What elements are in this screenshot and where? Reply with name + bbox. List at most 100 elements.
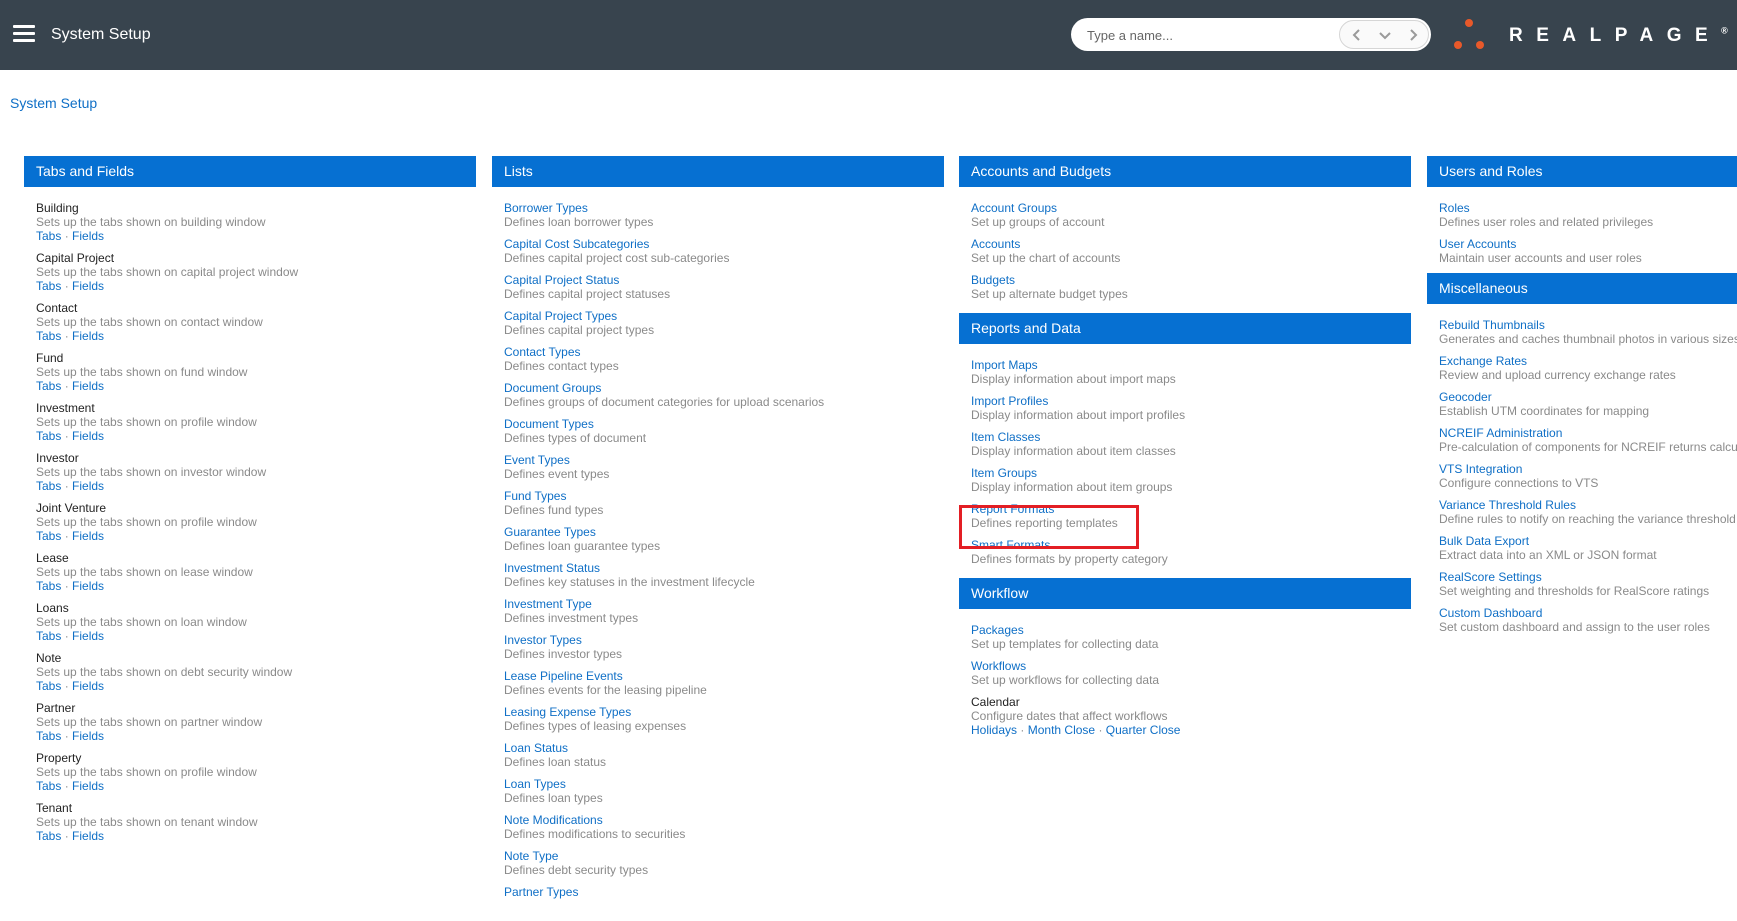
loan-types-link[interactable]: Loan Types [504, 777, 944, 791]
item-links: Tabs · Fields [36, 479, 105, 493]
fields-link[interactable]: Fields [72, 529, 104, 543]
fields-link[interactable]: Fields [72, 429, 104, 443]
tabs-link[interactable]: Tabs [36, 579, 61, 593]
item-description: Generates and caches thumbnail photos in… [1439, 332, 1737, 346]
fields-link[interactable]: Fields [72, 379, 104, 393]
month-close-link[interactable]: Month Close [1028, 723, 1095, 737]
next-arrow-icon[interactable] [1404, 26, 1422, 44]
list-item-item-groups: Item Groups Display information about ite… [959, 466, 1411, 502]
item-links: Tabs · Fields [36, 429, 105, 443]
list-item-document-groups: Document Groups Defines groups of documen… [492, 381, 944, 417]
tabs-link[interactable]: Tabs [36, 429, 61, 443]
packages-link[interactable]: Packages [971, 623, 1411, 637]
tabs-link[interactable]: Tabs [36, 279, 61, 293]
event-types-link[interactable]: Event Types [504, 453, 944, 467]
investment-status-link[interactable]: Investment Status [504, 561, 944, 575]
item-description: Set up templates for collecting data [971, 637, 1159, 651]
vts-integration-link[interactable]: VTS Integration [1439, 462, 1737, 476]
tabs-link[interactable]: Tabs [36, 379, 61, 393]
rebuild-thumbnails-link[interactable]: Rebuild Thumbnails [1439, 318, 1737, 332]
account-groups-link[interactable]: Account Groups [971, 201, 1411, 215]
list-item-investment: Investment Sets up the tabs shown on prof… [24, 401, 476, 451]
list-item-capital-cost-subcategories: Capital Cost Subcategories Defines capita… [492, 237, 944, 273]
list-item-leasing-expense-types: Leasing Expense Types Defines types of le… [492, 705, 944, 741]
fields-link[interactable]: Fields [72, 729, 104, 743]
previous-arrow-icon[interactable] [1348, 26, 1366, 44]
guarantee-types-link[interactable]: Guarantee Types [504, 525, 944, 539]
leasing-expense-types-link[interactable]: Leasing Expense Types [504, 705, 944, 719]
capital-project-status-link[interactable]: Capital Project Status [504, 273, 944, 287]
geocoder-link[interactable]: Geocoder [1439, 390, 1737, 404]
note-modifications-link[interactable]: Note Modifications [504, 813, 944, 827]
quarter-close-link[interactable]: Quarter Close [1106, 723, 1181, 737]
item-classes-link[interactable]: Item Classes [971, 430, 1411, 444]
tabs-link[interactable]: Tabs [36, 729, 61, 743]
tabs-link[interactable]: Tabs [36, 529, 61, 543]
breadcrumb[interactable]: System Setup [10, 95, 97, 111]
fund-types-link[interactable]: Fund Types [504, 489, 944, 503]
user-accounts-link[interactable]: User Accounts [1439, 237, 1737, 251]
capital-project-types-link[interactable]: Capital Project Types [504, 309, 944, 323]
capital-cost-subcategories-link[interactable]: Capital Cost Subcategories [504, 237, 944, 251]
document-groups-link[interactable]: Document Groups [504, 381, 944, 395]
partner-types-link[interactable]: Partner Types [504, 885, 944, 899]
investment-type-link[interactable]: Investment Type [504, 597, 944, 611]
list-item-packages: Packages Set up templates for collecting … [959, 623, 1411, 659]
fields-link[interactable]: Fields [72, 779, 104, 793]
ncreif-administration-link[interactable]: NCREIF Administration [1439, 426, 1737, 440]
fields-link[interactable]: Fields [72, 629, 104, 643]
borrower-types-link[interactable]: Borrower Types [504, 201, 944, 215]
import-maps-link[interactable]: Import Maps [971, 358, 1411, 372]
item-description: Extract data into an XML or JSON format [1439, 548, 1657, 562]
item-links: Tabs · Fields [36, 379, 105, 393]
roles-link[interactable]: Roles [1439, 201, 1737, 215]
realscore-settings-link[interactable]: RealScore Settings [1439, 570, 1737, 584]
contact-types-link[interactable]: Contact Types [504, 345, 944, 359]
item-description: Configure connections to VTS [1439, 476, 1599, 490]
item-links: Tabs · Fields [36, 779, 105, 793]
smart-formats-link[interactable]: Smart Formats [971, 538, 1411, 552]
hamburger-menu-icon[interactable] [13, 25, 35, 43]
budgets-link[interactable]: Budgets [971, 273, 1411, 287]
exchange-rates-link[interactable]: Exchange Rates [1439, 354, 1737, 368]
tabs-link[interactable]: Tabs [36, 679, 61, 693]
accounts-link[interactable]: Accounts [971, 237, 1411, 251]
item-description: Defines loan status [504, 755, 607, 769]
item-links: Tabs · Fields [36, 329, 105, 343]
fields-link[interactable]: Fields [72, 829, 104, 843]
variance-threshold-rules-link[interactable]: Variance Threshold Rules [1439, 498, 1737, 512]
import-profiles-link[interactable]: Import Profiles [971, 394, 1411, 408]
report-formats-link[interactable]: Report Formats [971, 502, 1411, 516]
chevron-down-icon[interactable] [1376, 26, 1394, 44]
item-description: Set up workflows for collecting data [971, 673, 1160, 687]
item-description: Defines types of leasing expenses [504, 719, 687, 733]
bulk-data-export-link[interactable]: Bulk Data Export [1439, 534, 1737, 548]
item-groups-link[interactable]: Item Groups [971, 466, 1411, 480]
item-description: Sets up the tabs shown on profile window [36, 415, 257, 429]
item-description: Display information about import profile… [971, 408, 1186, 422]
fields-link[interactable]: Fields [72, 329, 104, 343]
tabs-link[interactable]: Tabs [36, 229, 61, 243]
document-types-link[interactable]: Document Types [504, 417, 944, 431]
note-type-link[interactable]: Note Type [504, 849, 944, 863]
fields-link[interactable]: Fields [72, 479, 104, 493]
holidays-link[interactable]: Holidays [971, 723, 1017, 737]
investor-types-link[interactable]: Investor Types [504, 633, 944, 647]
fields-link[interactable]: Fields [72, 579, 104, 593]
fields-link[interactable]: Fields [72, 279, 104, 293]
custom-dashboard-link[interactable]: Custom Dashboard [1439, 606, 1737, 620]
tabs-and-fields-section: Tabs and Fields Building Sets up the tabs… [24, 156, 476, 851]
tabs-link[interactable]: Tabs [36, 779, 61, 793]
item-description: Sets up the tabs shown on building windo… [36, 215, 266, 229]
fields-link[interactable]: Fields [72, 229, 104, 243]
loan-status-link[interactable]: Loan Status [504, 741, 944, 755]
tabs-link[interactable]: Tabs [36, 829, 61, 843]
list-item-item-classes: Item Classes Display information about it… [959, 430, 1411, 466]
lease-pipeline-events-link[interactable]: Lease Pipeline Events [504, 669, 944, 683]
workflows-link[interactable]: Workflows [971, 659, 1411, 673]
tabs-link[interactable]: Tabs [36, 479, 61, 493]
tabs-link[interactable]: Tabs [36, 629, 61, 643]
tabs-link[interactable]: Tabs [36, 329, 61, 343]
fields-link[interactable]: Fields [72, 679, 104, 693]
lists-section: Lists Borrower Types Defines loan borrowe… [492, 156, 944, 921]
